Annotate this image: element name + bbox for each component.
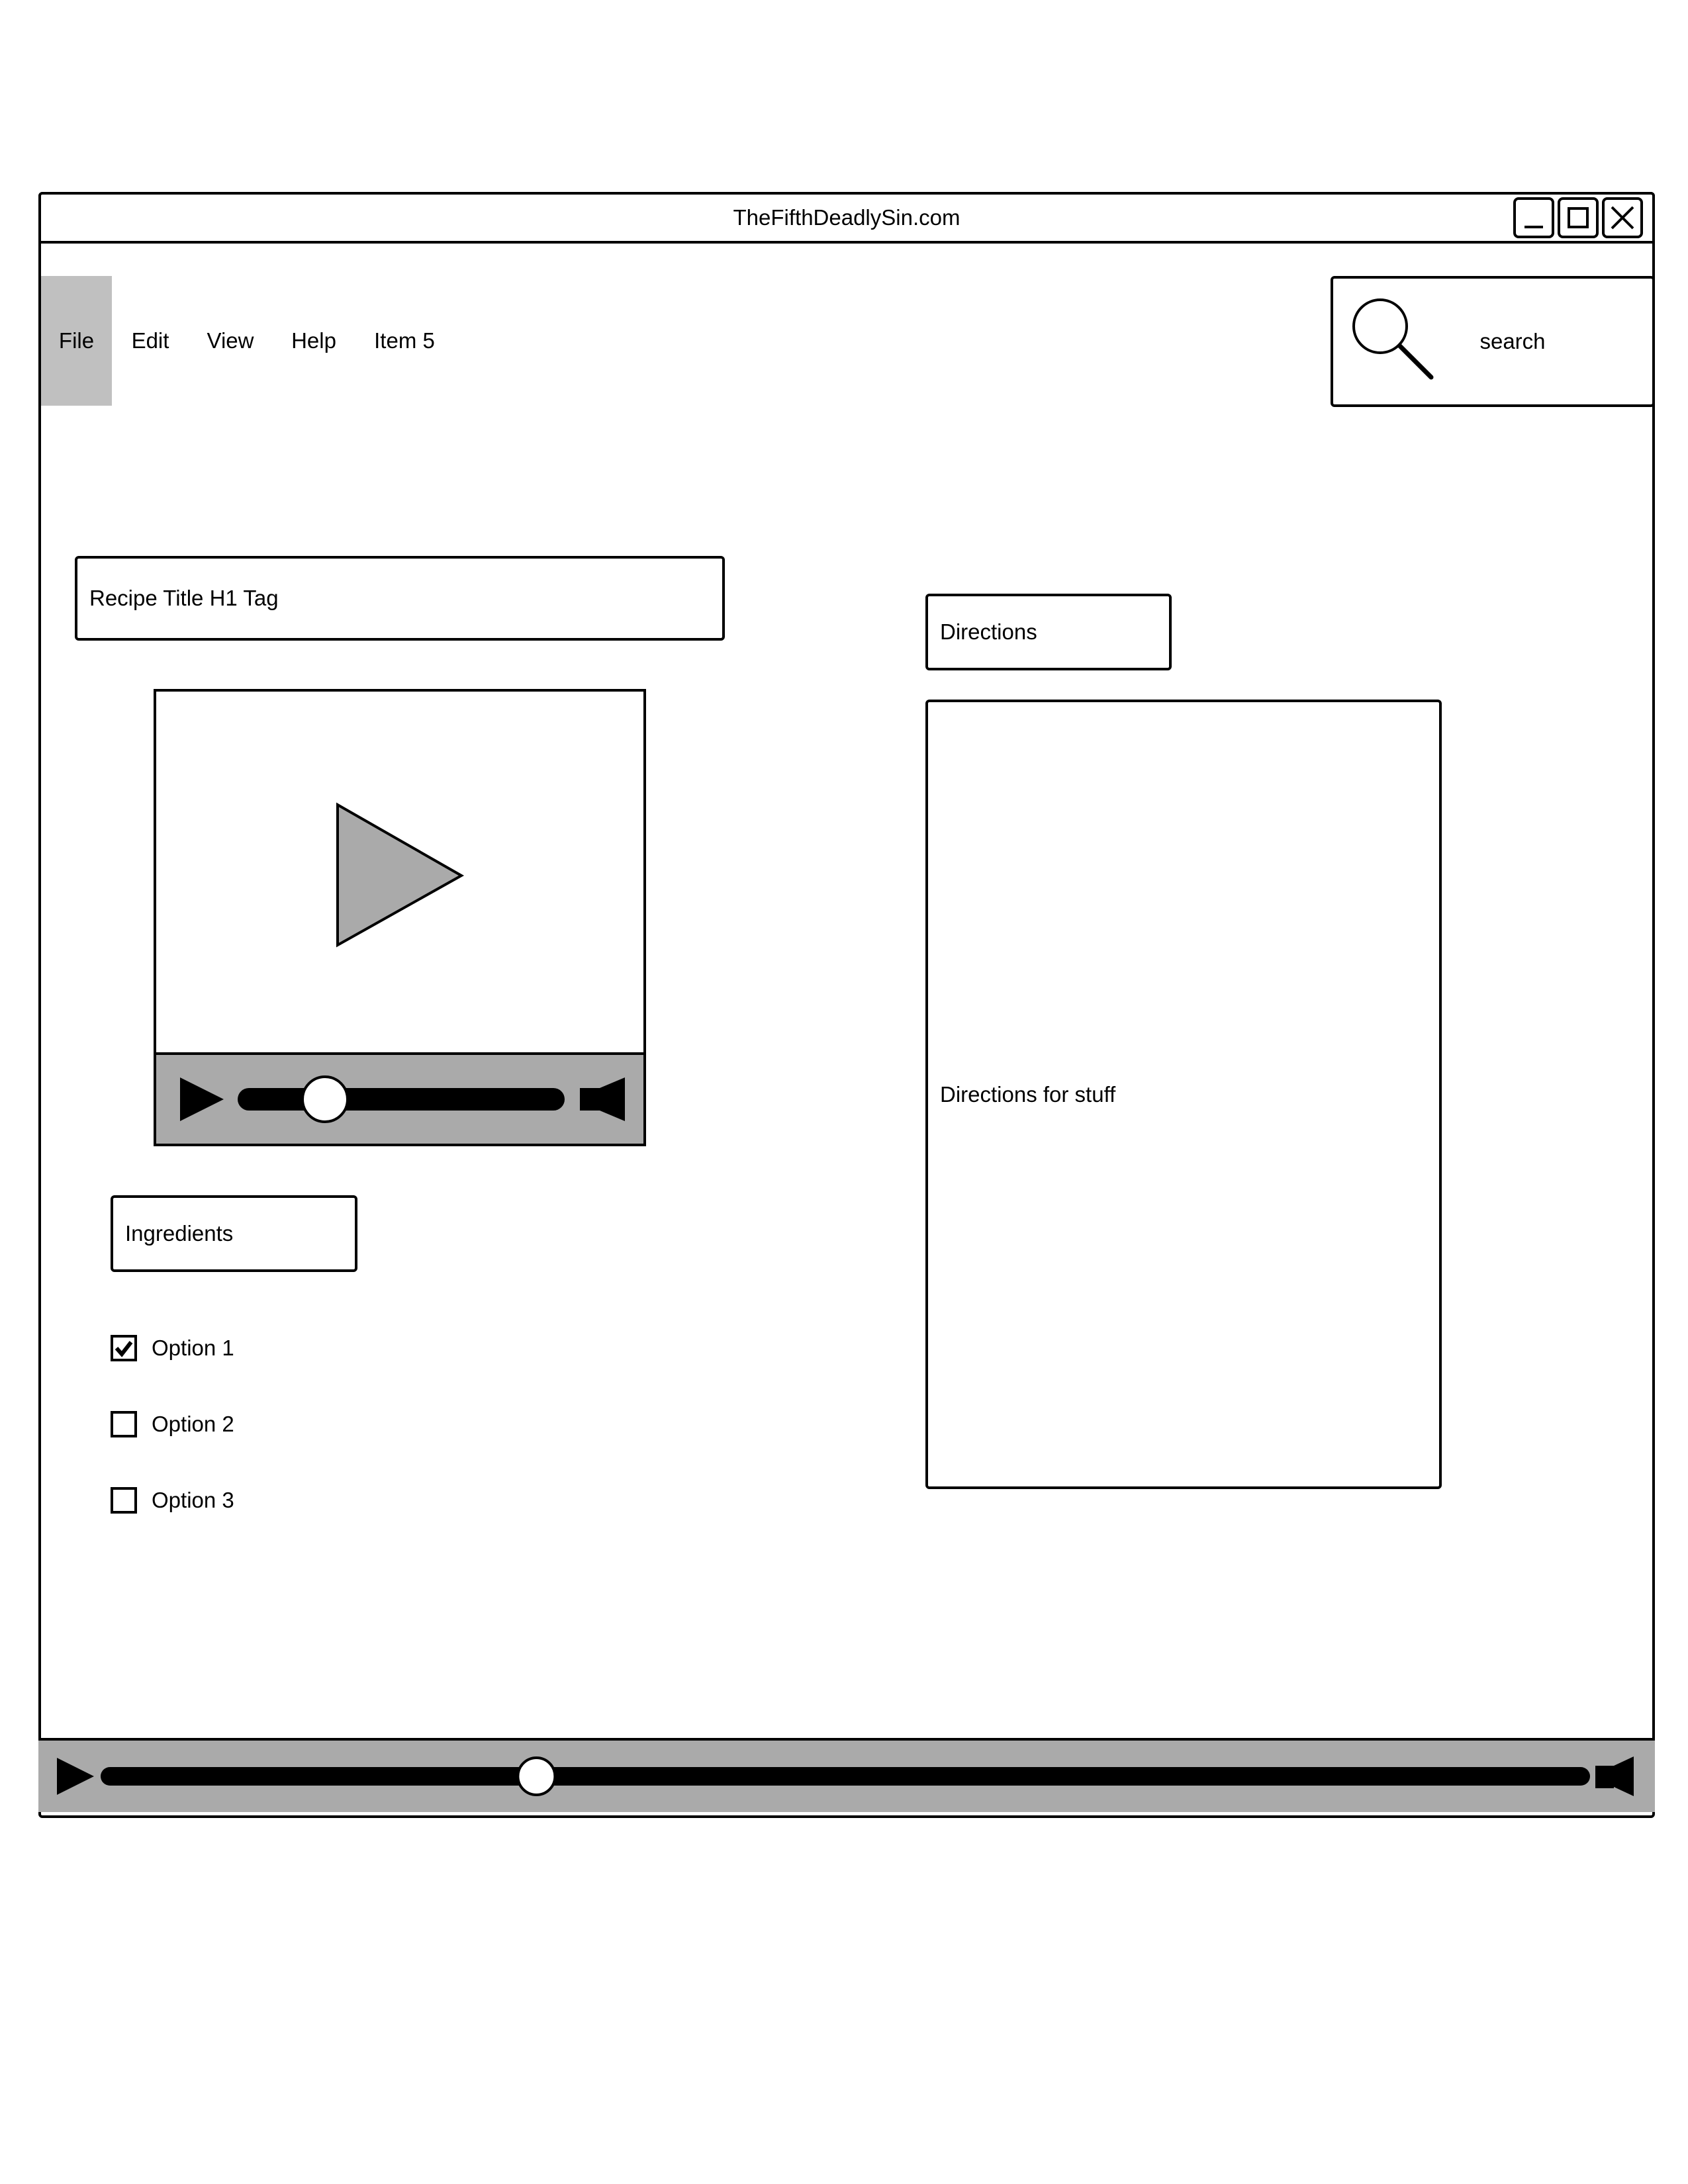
menu-item-file[interactable]: File <box>41 276 112 406</box>
maximize-button[interactable] <box>1558 197 1599 238</box>
close-icon <box>1611 206 1634 230</box>
checkbox-checked[interactable] <box>111 1335 137 1361</box>
ingredient-option-3[interactable]: Option 3 <box>111 1484 234 1516</box>
directions-body: Directions for stuff <box>925 700 1442 1489</box>
menu-item-help[interactable]: Help <box>279 276 348 406</box>
minimize-icon <box>1524 226 1543 228</box>
ingredient-option-1[interactable]: Option 1 <box>111 1332 234 1364</box>
recipe-title: Recipe Title H1 Tag <box>75 556 725 641</box>
video-volume-icon[interactable] <box>580 1077 625 1121</box>
search-label[interactable]: search <box>1443 276 1582 407</box>
checkbox-unchecked[interactable] <box>111 1487 137 1514</box>
checkmark-icon <box>115 1341 133 1357</box>
window-title: TheFifthDeadlySin.com <box>733 205 961 230</box>
menu-item-edit[interactable]: Edit <box>119 276 181 406</box>
bottom-play-icon[interactable] <box>57 1758 94 1795</box>
menu-item-view[interactable]: View <box>196 276 265 406</box>
ingredient-option-2[interactable]: Option 2 <box>111 1408 234 1440</box>
option-label: Option 1 <box>152 1336 234 1360</box>
search-icon <box>1352 298 1434 380</box>
directions-header: Directions <box>925 594 1172 670</box>
video-play-icon[interactable] <box>154 689 646 1055</box>
option-label: Option 2 <box>152 1412 234 1436</box>
video-play-button-icon[interactable] <box>180 1077 224 1121</box>
maximize-icon <box>1568 207 1589 228</box>
close-button[interactable] <box>1602 197 1643 238</box>
menu-item-item5[interactable]: Item 5 <box>363 276 446 406</box>
bottom-seek-handle[interactable] <box>516 1756 557 1796</box>
ingredients-header: Ingredients <box>111 1195 357 1272</box>
bottom-player-bar <box>38 1738 1655 1812</box>
bottom-volume-icon[interactable] <box>1595 1756 1634 1796</box>
video-controls <box>154 1052 646 1146</box>
option-label: Option 3 <box>152 1488 234 1512</box>
minimize-button[interactable] <box>1513 197 1554 238</box>
checkbox-unchecked[interactable] <box>111 1411 137 1437</box>
video-seek-handle[interactable] <box>301 1075 349 1123</box>
